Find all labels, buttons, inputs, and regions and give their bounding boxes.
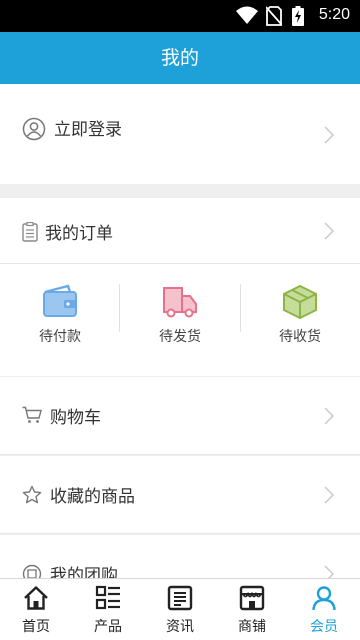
tab-member[interactable]: 会员 xyxy=(288,579,360,640)
order-status-label: 待收货 xyxy=(279,329,321,345)
status-time: 5:20 xyxy=(318,6,350,23)
tab-label: 会员 xyxy=(310,619,338,635)
tab-news[interactable]: 资讯 xyxy=(144,579,216,640)
battery-charging-icon xyxy=(292,6,304,26)
tab-label: 资讯 xyxy=(166,619,194,635)
main-content: 立即登录 我的订单 待付款 待发货 待收货 购物车 收藏的商品 我的团购 xyxy=(0,84,360,578)
tab-products[interactable]: 产品 xyxy=(72,579,144,640)
member-icon xyxy=(312,586,336,611)
no-sim-icon xyxy=(266,6,282,26)
menu-item-label: 收藏的商品 xyxy=(50,487,135,507)
cart-icon xyxy=(22,406,42,423)
menu-item-label: 购物车 xyxy=(50,408,101,428)
clipboard-icon xyxy=(22,222,38,242)
chevron-right-icon xyxy=(324,407,334,425)
menu-item-group-buy[interactable]: 我的团购 xyxy=(0,535,360,578)
tab-home[interactable]: 首页 xyxy=(0,579,72,640)
product-list-icon xyxy=(95,585,120,610)
order-status-label: 待付款 xyxy=(39,329,81,345)
chevron-right-icon xyxy=(324,126,334,144)
login-row[interactable]: 立即登录 xyxy=(0,84,360,184)
order-status-pending-payment[interactable]: 待付款 xyxy=(0,264,120,376)
news-icon xyxy=(167,585,193,611)
orders-section: 我的订单 待付款 待发货 待收货 xyxy=(0,198,360,376)
wallet-icon xyxy=(43,284,77,317)
tab-label: 首页 xyxy=(22,619,50,635)
wifi-icon xyxy=(236,6,258,24)
chevron-right-icon xyxy=(324,486,334,504)
star-icon xyxy=(22,485,42,504)
order-status-pending-shipment[interactable]: 待发货 xyxy=(120,264,240,376)
order-status-label: 待发货 xyxy=(159,329,201,345)
menu-item-label: 我的团购 xyxy=(50,566,118,578)
menu-item-cart[interactable]: 购物车 xyxy=(0,377,360,455)
page-title: 我的 xyxy=(160,47,199,69)
menu-item-favorites[interactable]: 收藏的商品 xyxy=(0,456,360,534)
order-status-pending-receipt[interactable]: 待收货 xyxy=(240,264,360,376)
tab-label: 商铺 xyxy=(238,619,266,635)
chevron-right-icon xyxy=(324,565,334,578)
home-icon xyxy=(24,586,48,610)
user-avatar-icon xyxy=(22,117,46,141)
tab-shops[interactable]: 商铺 xyxy=(216,579,288,640)
chevron-right-icon xyxy=(324,222,334,240)
package-box-icon xyxy=(283,284,317,320)
status-bar: 5:20 xyxy=(0,0,360,32)
my-orders-label: 我的订单 xyxy=(45,224,113,244)
bottom-tab-bar: 首页 产品 资讯 商铺 会员 xyxy=(0,578,360,640)
login-label: 立即登录 xyxy=(54,120,122,140)
my-orders-row[interactable]: 我的订单 xyxy=(0,198,360,264)
truck-icon xyxy=(163,287,197,318)
page-header: 我的 xyxy=(0,32,360,84)
tab-label: 产品 xyxy=(94,619,122,635)
shop-icon xyxy=(239,585,265,611)
group-buy-icon xyxy=(22,564,42,578)
